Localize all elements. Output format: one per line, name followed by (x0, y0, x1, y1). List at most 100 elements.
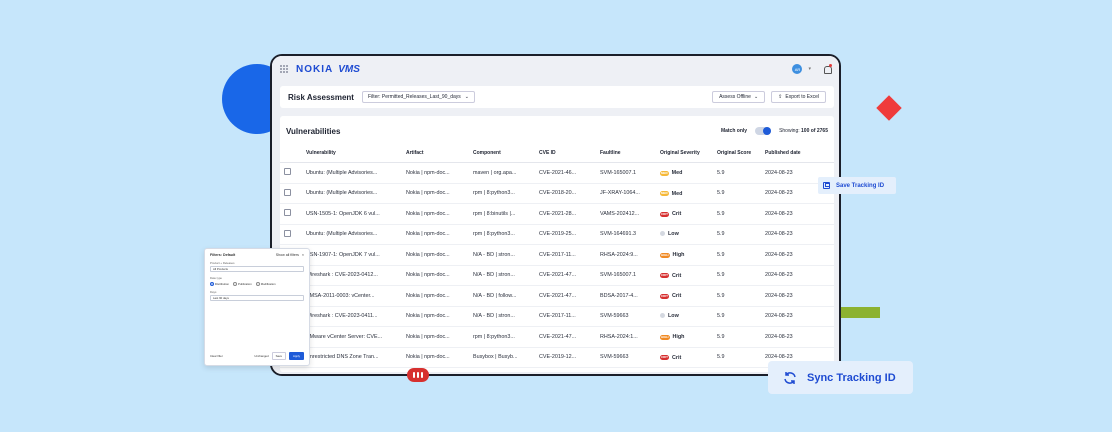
table-row[interactable]: Unrestricted DNS Zone Tran... Nokia | npm… (280, 347, 834, 368)
filters-title: Filters: Default (210, 253, 236, 257)
column-header[interactable]: CVE ID (535, 144, 596, 163)
severity-badge: Low (656, 306, 713, 327)
showing-count: Showing: 100 of 2765 (779, 128, 828, 134)
cell-faultline: BDSA-2017-4... (596, 285, 656, 307)
sync-tracking-button[interactable]: Sync Tracking ID (768, 361, 913, 394)
cell-score: 5.9 (713, 224, 761, 245)
vulnerabilities-table: Vulnerability Artifact Component CVE ID Faul… (280, 144, 834, 368)
export-label: Export to Excel (785, 94, 819, 100)
table-row[interactable]: Wireshark : CVE-2023-0412... Nokia | npm-… (280, 265, 834, 286)
column-header[interactable]: Component (469, 144, 535, 163)
notification-bell-icon[interactable] (823, 64, 832, 74)
row-checkbox[interactable] (284, 229, 291, 237)
cell-component: N/A - BD | stron... (469, 244, 535, 266)
cell-artifact: Nokia | npm-doc... (402, 183, 469, 204)
match-only-toggle[interactable] (755, 127, 772, 135)
cell-vuln: USN-1907-1: OpenJDK 7 vul... (302, 244, 402, 266)
cell-faultline: VAMS-202412... (596, 203, 656, 225)
chevron-down-icon: ⌄ (753, 94, 759, 100)
table-row[interactable]: VMware vCenter Server: CVE... Nokia | npm… (280, 326, 834, 348)
severity-dot: HIGH (660, 334, 670, 340)
assess-offline-label: Assess Offline (719, 94, 751, 100)
cell-vuln: USN-1505-1: OpenJDK 6 vul... (302, 203, 402, 225)
table-row[interactable]: Ubuntu: (Multiple Advisories... Nokia | n… (280, 183, 834, 204)
chevron-down-icon[interactable]: ▾ (808, 66, 811, 72)
table-row[interactable]: Wireshark : CVE-2023-0411... Nokia | npm-… (280, 306, 834, 327)
close-icon[interactable]: × (302, 253, 304, 257)
severity-dot: MED (660, 170, 669, 176)
table-row[interactable]: VMSA-2011-0003: vCenter... Nokia | npm-do… (280, 285, 834, 307)
column-header[interactable]: Original Severity (656, 144, 713, 163)
severity-dot: CRIT (660, 211, 669, 217)
user-avatar[interactable]: AR (792, 64, 803, 74)
filters-panel: Filters: Default Show all filters × Prod… (204, 248, 310, 366)
cell-artifact: Nokia | npm-doc... (402, 306, 469, 327)
row-checkbox[interactable] (284, 188, 291, 196)
assess-offline-button[interactable]: Assess Offline ⌄ (712, 91, 766, 103)
cell-component: rpm | 8:binutils |... (469, 203, 535, 225)
radio-modification[interactable]: Modification (255, 282, 276, 287)
match-only-label: Match only (720, 128, 748, 134)
table-row[interactable]: USN-1907-1: OpenJDK 7 vul... Nokia | npm-… (280, 244, 834, 266)
cell-score: 5.9 (713, 244, 761, 266)
show-all-filters-link[interactable]: Show all filters (276, 253, 299, 257)
column-header[interactable]: Original Score (713, 144, 761, 163)
save-tracking-label: Save Tracking ID (836, 182, 885, 189)
sync-tracking-label: Sync Tracking ID (807, 371, 896, 384)
column-header[interactable]: Vulnerability (302, 144, 402, 163)
drag-handle[interactable] (407, 368, 429, 382)
cell-component: N/A - BD | stron... (469, 306, 535, 327)
cell-score: 5.9 (713, 285, 761, 307)
cell-score: 5.9 (713, 306, 761, 327)
export-excel-button[interactable]: ⇪ Export to Excel (771, 91, 826, 103)
product-select[interactable]: All Products (210, 266, 304, 272)
export-icon: ⇪ (778, 94, 783, 100)
cell-date: 2024-08-23 (761, 326, 834, 348)
row-checkbox[interactable] (284, 168, 291, 176)
cell-vuln: VMware vCenter Server: CVE... (302, 326, 402, 348)
apply-filter-button[interactable]: Apply (289, 352, 304, 360)
severity-dot: CRIT (660, 273, 669, 278)
table-row[interactable]: Ubuntu: (Multiple Advisories... Nokia | n… (280, 224, 834, 245)
cell-cve: CVE-2021-47... (535, 285, 596, 307)
cell-component: N/A - BD | follow... (469, 285, 535, 307)
days-select[interactable]: Last 90 days (210, 295, 304, 302)
radio-distribution[interactable]: Distribution (210, 282, 229, 287)
clear-filter-button[interactable]: Clear filter (210, 354, 223, 358)
app-grid-icon[interactable] (280, 65, 288, 73)
cell-cve: CVE-2021-47... (535, 326, 596, 348)
section-title: Vulnerabilities (286, 126, 341, 136)
cell-date: 2024-08-23 (761, 285, 834, 307)
sync-icon (784, 371, 796, 384)
cell-score: 5.9 (713, 347, 761, 368)
cell-date: 2024-08-23 (761, 265, 834, 286)
severity-dot: CRIT (660, 293, 669, 299)
save-filter-button[interactable]: Save (271, 352, 286, 360)
column-header[interactable]: Published date (761, 144, 834, 163)
column-header[interactable]: Faultline (596, 144, 656, 163)
filter-dropdown[interactable]: Filter: Permitted_Releases_Last_90_days … (361, 91, 475, 103)
column-header[interactable]: Artifact (402, 144, 469, 163)
cell-artifact: Nokia | npm-doc... (402, 162, 469, 184)
row-checkbox[interactable] (284, 209, 291, 217)
nokia-logo: NOKIA (296, 63, 334, 75)
cell-cve: CVE-2021-46... (535, 162, 596, 184)
severity-dot: CRIT (660, 355, 669, 360)
product-label: Product + Releases (210, 261, 235, 265)
table-row[interactable]: USN-1505-1: OpenJDK 6 vul... Nokia | npm-… (280, 203, 834, 225)
table-row[interactable]: Ubuntu: (Multiple Advisories... Nokia | n… (280, 162, 834, 184)
cell-artifact: Nokia | npm-doc... (402, 203, 469, 225)
filter-label: Filter: Permitted_Releases_Last_90_days (367, 94, 461, 100)
cell-component: rpm | 8:python3... (469, 224, 535, 245)
cell-faultline: JF-XRAY-1064... (596, 183, 656, 204)
severity-badge: Low (656, 224, 713, 245)
unchanged-label: Unchanged (254, 354, 269, 358)
decorative-red-diamond (876, 95, 902, 121)
cell-vuln: Wireshark : CVE-2023-0412... (302, 265, 402, 286)
cell-artifact: Nokia | npm-doc... (402, 347, 469, 368)
save-tracking-button[interactable]: Save Tracking ID (818, 177, 896, 194)
cell-artifact: Nokia | npm-doc... (402, 326, 469, 348)
severity-badge: CRIT Crit (656, 347, 713, 368)
radio-publication[interactable]: Publication (233, 282, 252, 287)
cell-date: 2024-08-23 (761, 203, 834, 225)
